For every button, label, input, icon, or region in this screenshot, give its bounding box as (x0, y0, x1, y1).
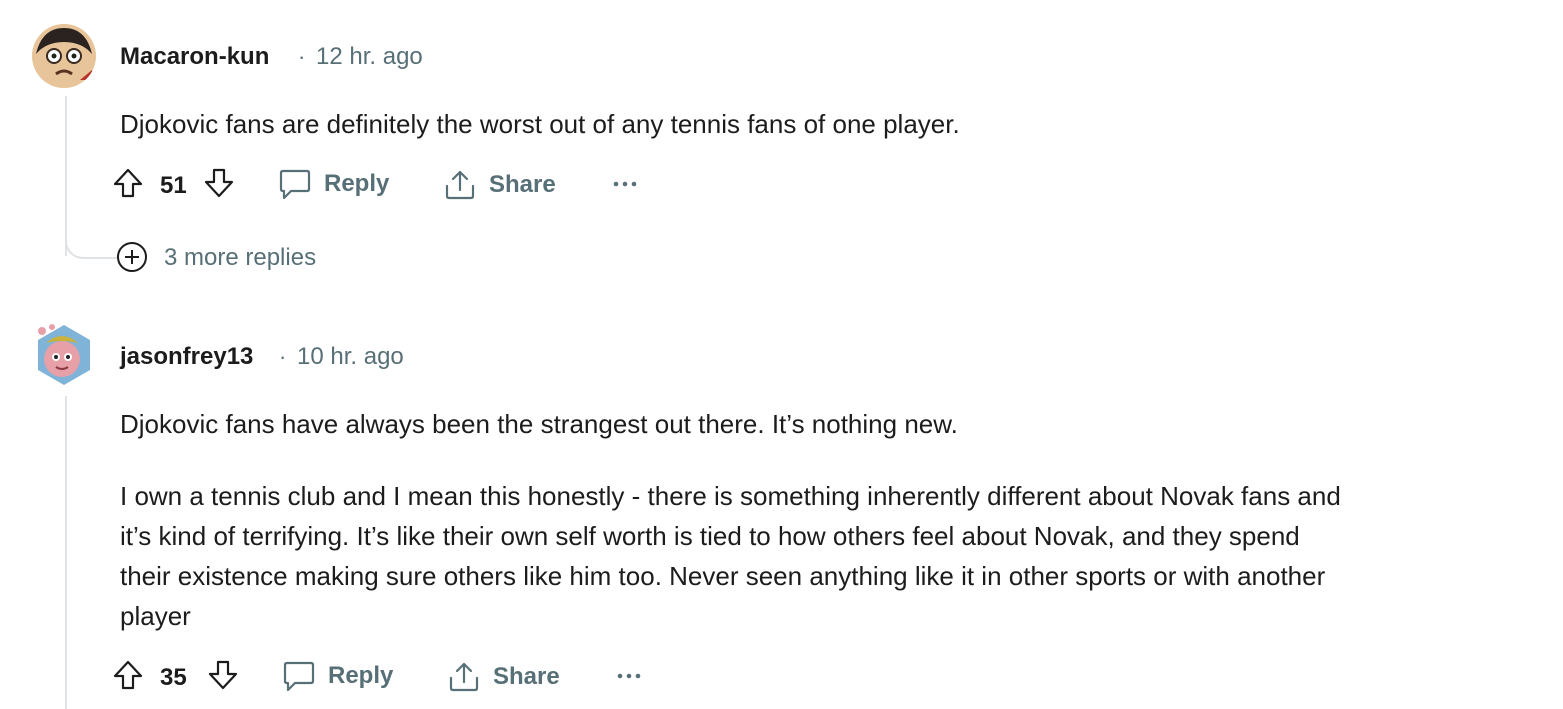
thread-line-elbow (65, 230, 119, 259)
downvote-arrow-icon (204, 168, 234, 198)
share-button[interactable]: Share (447, 660, 560, 694)
share-upload-icon (445, 170, 475, 200)
separator-dot: · (298, 44, 306, 69)
expand-replies-button[interactable] (116, 241, 148, 278)
comment-timestamp[interactable]: 12 hr. ago (316, 43, 423, 71)
share-label: Share (493, 663, 560, 690)
vote-score: 51 (160, 172, 187, 199)
share-button[interactable]: Share (443, 168, 556, 202)
share-label: Share (489, 171, 556, 198)
more-options-button[interactable] (616, 666, 642, 691)
comment-author[interactable]: jasonfrey13 (120, 343, 253, 371)
ellipsis-icon (617, 673, 641, 679)
comment-body: Djokovic fans are definitely the worst o… (120, 109, 960, 139)
ellipsis-icon (613, 181, 637, 187)
upvote-arrow-icon (113, 168, 143, 198)
upvote-arrow-icon (113, 660, 143, 690)
downvote-button[interactable] (207, 659, 239, 696)
vote-score: 35 (160, 664, 187, 691)
user-avatar[interactable] (32, 24, 96, 88)
user-avatar[interactable] (32, 323, 96, 387)
plus-circle-icon (117, 242, 147, 272)
more-replies-link[interactable]: 3 more replies (164, 244, 316, 272)
avatar-monkey-d-luffy-icon (32, 24, 96, 88)
comment-body-line: it’s kind of terrifying. It’s like their… (120, 521, 1300, 551)
comment-timestamp[interactable]: 10 hr. ago (297, 343, 404, 371)
upvote-button[interactable] (112, 167, 144, 204)
comment-body-paragraph: Djokovic fans have always been the stran… (120, 409, 958, 439)
downvote-button[interactable] (203, 167, 235, 204)
separator-dot: · (279, 344, 287, 369)
comment-body-line: player (120, 601, 191, 631)
downvote-arrow-icon (208, 660, 238, 690)
comment-body-line: their existence making sure others like … (120, 561, 1326, 591)
upvote-button[interactable] (112, 659, 144, 696)
comment-body-line: I own a tennis club and I mean this hone… (120, 481, 1341, 511)
comment-author[interactable]: Macaron-kun (120, 43, 269, 71)
avatar-snoo-creature-icon (38, 324, 90, 385)
reply-button[interactable]: Reply (278, 168, 389, 200)
more-options-button[interactable] (612, 174, 638, 199)
reply-button[interactable]: Reply (282, 660, 393, 692)
comment-bubble-icon (283, 661, 315, 692)
reply-label: Reply (324, 170, 390, 197)
comment-bubble-icon (279, 169, 311, 200)
thread-line (65, 396, 67, 709)
share-upload-icon (449, 662, 479, 692)
reply-label: Reply (328, 662, 394, 689)
